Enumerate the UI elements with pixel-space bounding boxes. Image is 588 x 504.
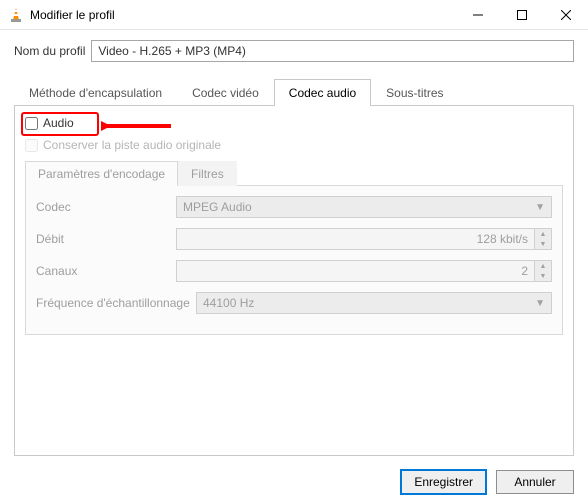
keep-original-label: Conserver la piste audio originale [43,138,221,152]
tab-video-codec[interactable]: Codec vidéo [177,79,274,106]
save-button[interactable]: Enregistrer [401,470,486,494]
tab-audio-codec[interactable]: Codec audio [274,79,371,106]
codec-select: MPEG Audio ▼ [176,196,552,218]
window-title: Modifier le profil [30,8,456,22]
codec-row: Codec MPEG Audio ▼ [36,196,552,218]
chevron-up-icon: ▲ [535,261,551,271]
close-button[interactable] [544,0,588,30]
tab-filters[interactable]: Filtres [178,161,237,186]
bitrate-label: Débit [36,232,176,246]
chevron-down-icon: ▼ [535,271,551,281]
chevron-down-icon: ▼ [535,239,551,249]
chevron-down-icon: ▼ [535,298,545,309]
channels-spinner: 2 ▲▼ [176,260,552,282]
cancel-button[interactable]: Annuler [496,470,574,494]
bitrate-spinner: 128 kbit/s ▲▼ [176,228,552,250]
chevron-down-icon: ▼ [535,202,545,213]
samplerate-label: Fréquence d'échantillonnage [36,296,196,310]
codec-value: MPEG Audio [183,200,252,214]
tab-encapsulation[interactable]: Méthode d'encapsulation [14,79,177,106]
samplerate-select: 44100 Hz ▼ [196,292,552,314]
keep-original-row: Conserver la piste audio originale [25,138,563,152]
encoding-params-body: Codec MPEG Audio ▼ Débit 128 kbit/s ▲▼ C… [25,186,563,335]
profile-name-input[interactable] [91,40,574,62]
sub-tabs: Paramètres d'encodage Filtres [25,160,563,186]
maximize-button[interactable] [500,0,544,30]
dialog-footer: Enregistrer Annuler [401,470,574,494]
channels-value: 2 [176,260,534,282]
titlebar: Modifier le profil [0,0,588,30]
samplerate-value: 44100 Hz [203,296,254,310]
samplerate-row: Fréquence d'échantillonnage 44100 Hz ▼ [36,292,552,314]
bitrate-row: Débit 128 kbit/s ▲▼ [36,228,552,250]
codec-label: Codec [36,200,176,214]
audio-enable-checkbox[interactable] [25,117,38,130]
tab-body-audio-codec: Audio Conserver la piste audio originale… [14,106,574,456]
tab-subtitles[interactable]: Sous-titres [371,79,458,106]
chevron-up-icon: ▲ [535,229,551,239]
channels-label: Canaux [36,264,176,278]
profile-name-row: Nom du profil [14,40,574,62]
minimize-button[interactable] [456,0,500,30]
audio-enable-label: Audio [43,116,74,130]
profile-name-label: Nom du profil [14,44,85,58]
keep-original-checkbox [25,139,38,152]
annotation-arrow-icon [101,118,181,138]
audio-enable-row: Audio [25,116,74,130]
vlc-cone-icon [8,7,24,23]
bitrate-value: 128 kbit/s [176,228,534,250]
tab-encoding-params[interactable]: Paramètres d'encodage [25,161,178,186]
channels-row: Canaux 2 ▲▼ [36,260,552,282]
main-tabs: Méthode d'encapsulation Codec vidéo Code… [14,78,574,106]
